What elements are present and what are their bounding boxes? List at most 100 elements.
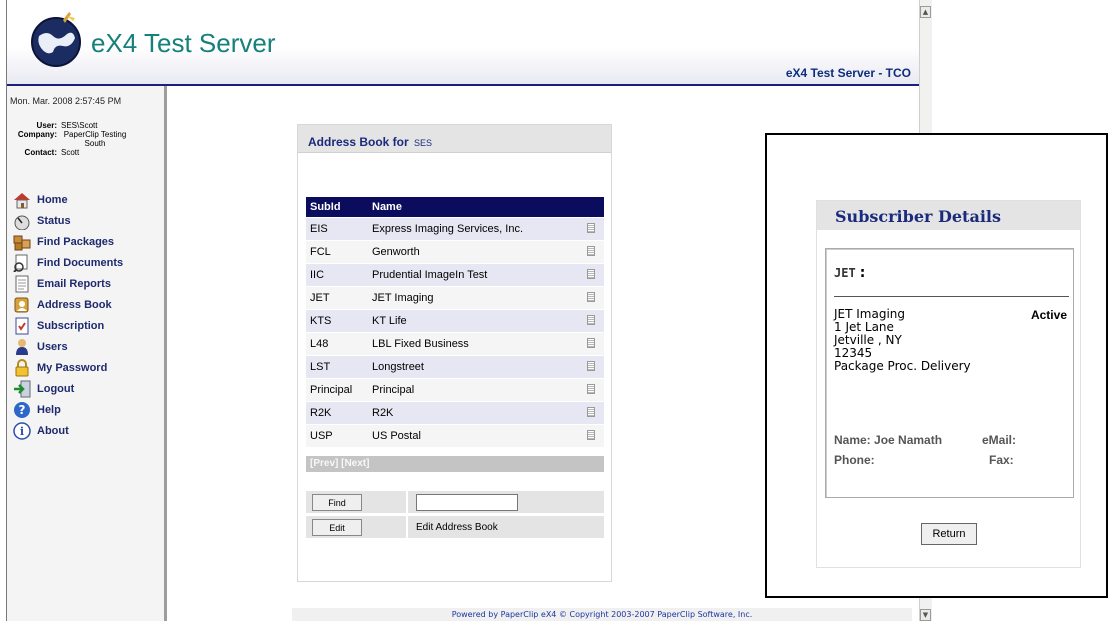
find-row: Find bbox=[306, 491, 604, 513]
edit-button[interactable]: Edit bbox=[312, 519, 362, 537]
home-icon bbox=[14, 192, 30, 208]
nav-label: About bbox=[37, 424, 69, 437]
details-cell bbox=[578, 264, 604, 286]
company-value: PaperClip Testing South bbox=[63, 130, 127, 148]
column-header-name: Name bbox=[368, 197, 578, 217]
subid-cell: KTS bbox=[306, 310, 368, 332]
subscriber-info-box: JET: JET Imaging 1 Jet Lane Jetville , N… bbox=[825, 248, 1074, 498]
details-cell bbox=[578, 287, 604, 309]
subid-cell: L48 bbox=[306, 333, 368, 355]
details-icon[interactable] bbox=[587, 268, 595, 279]
app-title: eX4 Test Server bbox=[91, 28, 276, 58]
nav-label: My Password bbox=[37, 361, 108, 374]
email-label: eMail: bbox=[982, 433, 1017, 447]
find-button[interactable]: Find bbox=[312, 494, 362, 512]
details-icon[interactable] bbox=[587, 337, 595, 348]
details-icon[interactable] bbox=[587, 429, 595, 440]
contact-label: Contact: bbox=[24, 148, 57, 157]
table-row[interactable]: KTS KT Life bbox=[306, 310, 604, 332]
subscriber-title: Subscriber Details bbox=[817, 201, 1080, 230]
packages-icon bbox=[13, 235, 31, 250]
nav-item-subscription[interactable]: Subscription bbox=[13, 315, 123, 336]
table-row[interactable]: FCL Genworth bbox=[306, 241, 604, 263]
globe-logo-icon bbox=[31, 12, 81, 67]
subscriber-code: JET: bbox=[834, 265, 865, 281]
nav-item-users[interactable]: Users bbox=[13, 336, 123, 357]
details-icon[interactable] bbox=[587, 291, 595, 302]
subid-cell: Principal bbox=[306, 379, 368, 401]
panel-title-text: Address Book for bbox=[308, 135, 409, 149]
table-row[interactable]: L48 LBL Fixed Business bbox=[306, 333, 604, 355]
panel-title: Address Book for SES bbox=[308, 135, 432, 149]
contact-value: Scott bbox=[61, 148, 80, 157]
nav-item-find-packages[interactable]: Find Packages bbox=[13, 231, 123, 252]
app-header: eX4 Test Server eX4 Test Server - TCO bbox=[7, 0, 919, 86]
name-cell: Express Imaging Services, Inc. bbox=[368, 218, 578, 240]
table-row[interactable]: USP US Postal bbox=[306, 425, 604, 447]
name-cell: KT Life bbox=[368, 310, 578, 332]
contact-left: Name: Joe Namath Phone: bbox=[834, 430, 942, 470]
name-cell: Prudential ImageIn Test bbox=[368, 264, 578, 286]
address-book-table: SubId Name EIS Express Imaging Services, … bbox=[306, 196, 604, 448]
nav-item-help[interactable]: ? Help bbox=[13, 399, 123, 420]
find-input[interactable] bbox=[416, 493, 518, 511]
address-book-rows: EIS Express Imaging Services, Inc. FCL Genw… bbox=[306, 218, 604, 447]
pager[interactable]: [Prev] [Next] bbox=[306, 456, 604, 472]
details-icon[interactable] bbox=[587, 383, 595, 394]
status-badge: Active bbox=[1030, 308, 1067, 322]
company-label: Company: bbox=[17, 130, 57, 139]
details-icon[interactable] bbox=[587, 245, 595, 256]
nav-item-find-documents[interactable]: Find Documents bbox=[13, 252, 123, 273]
table-row[interactable]: R2K R2K bbox=[306, 402, 604, 424]
name-cell: LBL Fixed Business bbox=[368, 333, 578, 355]
name-cell: Genworth bbox=[368, 241, 578, 263]
subid-cell: R2K bbox=[306, 402, 368, 424]
divider bbox=[834, 296, 1069, 297]
svg-text:i: i bbox=[20, 425, 24, 438]
details-icon[interactable] bbox=[587, 314, 595, 325]
users-icon bbox=[16, 338, 28, 355]
return-button[interactable]: Return bbox=[921, 523, 977, 545]
table-row[interactable]: EIS Express Imaging Services, Inc. bbox=[306, 218, 604, 240]
user-value: SES\Scott bbox=[61, 121, 98, 130]
table-row[interactable]: Principal Principal bbox=[306, 379, 604, 401]
details-cell bbox=[578, 241, 604, 263]
nav-item-my-password[interactable]: My Password bbox=[13, 357, 123, 378]
subscription-icon bbox=[15, 317, 29, 334]
edit-row: Edit Edit Address Book bbox=[306, 516, 604, 538]
user-label: User: bbox=[36, 121, 57, 130]
nav-item-home[interactable]: Home bbox=[13, 189, 123, 210]
subid-cell: LST bbox=[306, 356, 368, 378]
address-book-panel: Address Book for SES SubId Name EIS Expre… bbox=[297, 124, 612, 582]
details-icon[interactable] bbox=[587, 406, 595, 417]
nav-label: Subscription bbox=[37, 319, 105, 332]
nav-item-about[interactable]: i About bbox=[13, 420, 123, 441]
help-icon: ? bbox=[14, 401, 30, 418]
nav-item-address-book[interactable]: Address Book bbox=[13, 294, 123, 315]
details-icon[interactable] bbox=[587, 222, 595, 233]
nav-label: Users bbox=[37, 340, 68, 353]
nav-item-email-reports[interactable]: Email Reports bbox=[13, 273, 123, 294]
fax-label: Fax: bbox=[989, 453, 1014, 467]
scroll-up-icon[interactable]: ▲ bbox=[920, 6, 931, 18]
table-row[interactable]: IIC Prudential ImageIn Test bbox=[306, 264, 604, 286]
footer-copyright: Powered by PaperClip eX4 © Copyright 200… bbox=[292, 608, 912, 621]
subscriber-delivery: Package Proc. Delivery bbox=[834, 359, 971, 373]
table-row[interactable]: JET JET Imaging bbox=[306, 287, 604, 309]
column-header-action bbox=[578, 197, 604, 217]
nav-item-status[interactable]: Status bbox=[13, 210, 123, 231]
nav-menu: Home Status Find Packages Find Documents… bbox=[13, 189, 123, 441]
table-row[interactable]: LST Longstreet bbox=[306, 356, 604, 378]
documents-icon bbox=[13, 254, 28, 272]
nav-item-logout[interactable]: Logout bbox=[13, 378, 123, 399]
email-icon bbox=[15, 275, 29, 292]
scroll-down-icon[interactable]: ▼ bbox=[920, 609, 931, 621]
actions-area: Find Edit Edit Address Book bbox=[306, 491, 604, 541]
edit-description: Edit Address Book bbox=[406, 516, 604, 538]
details-icon[interactable] bbox=[587, 360, 595, 371]
details-cell bbox=[578, 379, 604, 401]
client-code: SES bbox=[414, 138, 433, 148]
nav-label: Logout bbox=[37, 382, 75, 395]
subid-cell: IIC bbox=[306, 264, 368, 286]
contact-right: eMail: Fax: bbox=[982, 430, 1016, 470]
